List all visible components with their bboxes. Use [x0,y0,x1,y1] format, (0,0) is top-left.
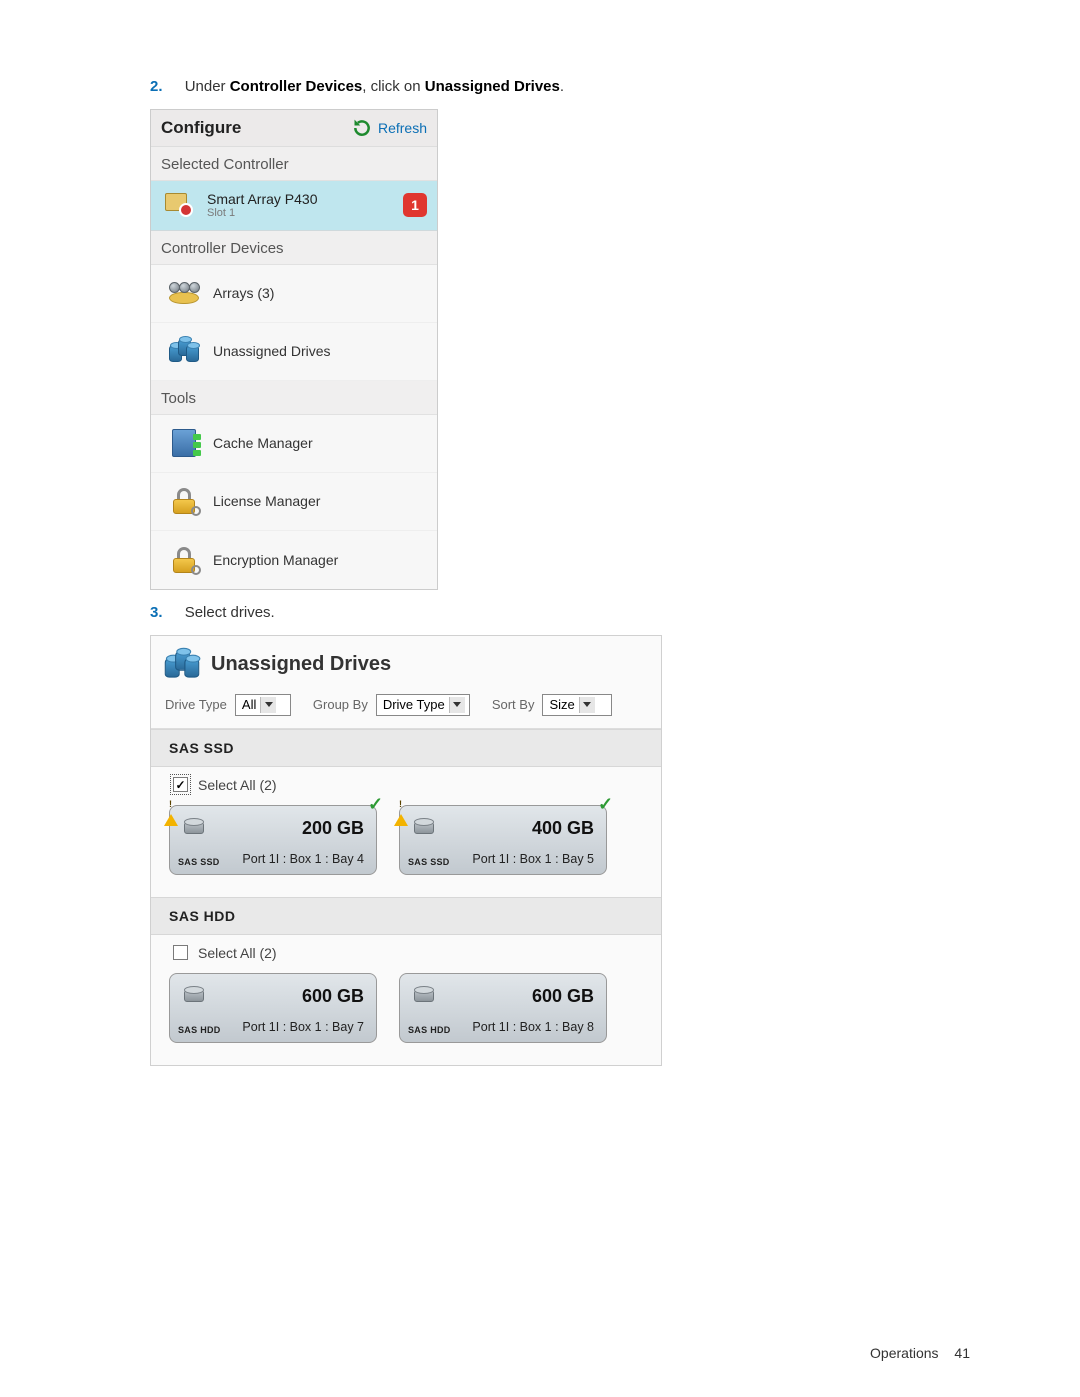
chevron-down-icon [260,697,276,713]
selected-controller-row[interactable]: Smart Array P430 Slot 1 1 [151,181,437,231]
select-all-hdd-checkbox[interactable] [173,945,188,960]
drive-card[interactable]: 200 GB SAS SSD Port 1I : Box 1 : Bay 4 [169,805,377,875]
drive-type-select[interactable]: All [235,694,291,716]
drive-location: Port 1I : Box 1 : Bay 8 [472,1020,594,1034]
sidebar-item-license-manager[interactable]: License Manager [151,473,437,531]
check-icon [368,798,382,812]
select-all-ssd-checkbox[interactable] [173,777,188,792]
configure-header: Configure Refresh [151,110,437,147]
sidebar-item-arrays[interactable]: Arrays (3) [151,265,437,323]
sidebar-item-encryption-manager[interactable]: Encryption Manager [151,531,437,589]
configure-title: Configure [161,118,241,138]
step-num-3: 3. [150,604,163,621]
select-all-hdd-row[interactable]: Select All (2) [151,935,661,967]
panel-title: Unassigned Drives [211,653,391,676]
chevron-down-icon [449,697,465,713]
refresh-icon [352,118,372,138]
cache-manager-icon [169,428,199,458]
refresh-button[interactable]: Refresh [352,118,427,138]
sort-by-select[interactable]: Size [542,694,612,716]
ssd-cards-row: 200 GB SAS SSD Port 1I : Box 1 : Bay 4 4… [151,799,661,897]
drive-location: Port 1I : Box 1 : Bay 4 [242,852,364,866]
sidebar-item-cache-manager[interactable]: Cache Manager [151,415,437,473]
arrays-icon [169,278,199,308]
drive-size: 200 GB [302,818,364,839]
encryption-manager-label: Encryption Manager [213,552,338,568]
footer-section: Operations [870,1345,938,1361]
drives-icon [165,650,199,680]
drive-type: SAS SSD [408,857,450,867]
drive-card[interactable]: 400 GB SAS SSD Port 1I : Box 1 : Bay 5 [399,805,607,875]
drive-location: Port 1I : Box 1 : Bay 7 [242,1020,364,1034]
panel-header: Unassigned Drives [151,636,661,690]
refresh-label: Refresh [378,120,427,136]
section-tools: Tools [151,381,437,415]
section-selected-controller: Selected Controller [151,147,437,181]
group-header-ssd: SAS SSD [151,729,661,767]
group-by-label: Group By [313,697,368,712]
warning-icon [164,798,178,812]
alert-count-badge[interactable]: 1 [403,193,427,217]
cache-manager-label: Cache Manager [213,435,313,451]
drive-card[interactable]: 600 GB SAS HDD Port 1I : Box 1 : Bay 8 [399,973,607,1043]
drive-location: Port 1I : Box 1 : Bay 5 [472,852,594,866]
controller-icon [165,191,199,219]
check-icon [598,798,612,812]
arrays-label: Arrays (3) [213,285,274,301]
select-all-hdd-label: Select All (2) [198,945,277,961]
controller-slot: Slot 1 [207,207,318,220]
footer-page-number: 41 [954,1345,970,1361]
step-3: 3. Select drives. [150,604,950,621]
section-controller-devices: Controller Devices [151,231,437,265]
unassigned-drives-panel: Unassigned Drives Drive Type All Group B… [150,635,662,1066]
drive-type: SAS HDD [178,1025,221,1035]
drive-type: SAS HDD [408,1025,451,1035]
disk-icon [414,818,436,840]
select-all-ssd-row[interactable]: Select All (2) [151,767,661,799]
chevron-down-icon [579,697,595,713]
sort-by-label: Sort By [492,697,535,712]
warning-icon [394,798,408,812]
page-footer: Operations 41 [870,1345,970,1361]
configure-sidebar: Configure Refresh Selected Controller Sm… [150,109,438,590]
step-num-2: 2. [150,78,163,95]
step-2: 2. Under Controller Devices, click on Un… [150,78,950,95]
lock-icon [169,486,199,516]
unassigned-label: Unassigned Drives [213,343,331,359]
sidebar-item-unassigned-drives[interactable]: Unassigned Drives [151,323,437,381]
filter-row: Drive Type All Group By Drive Type Sort … [151,690,661,729]
select-all-ssd-label: Select All (2) [198,777,277,793]
drive-type-label: Drive Type [165,697,227,712]
drives-icon [169,336,199,366]
drive-size: 600 GB [302,986,364,1007]
drive-size: 400 GB [532,818,594,839]
drive-card[interactable]: 600 GB SAS HDD Port 1I : Box 1 : Bay 7 [169,973,377,1043]
disk-icon [184,986,206,1008]
controller-name: Smart Array P430 [207,191,318,207]
license-manager-label: License Manager [213,493,320,509]
hdd-cards-row: 600 GB SAS HDD Port 1I : Box 1 : Bay 7 6… [151,967,661,1065]
disk-icon [184,818,206,840]
disk-icon [414,986,436,1008]
drive-size: 600 GB [532,986,594,1007]
lock-icon [169,545,199,575]
drive-type: SAS SSD [178,857,220,867]
group-by-select[interactable]: Drive Type [376,694,470,716]
group-header-hdd: SAS HDD [151,897,661,935]
